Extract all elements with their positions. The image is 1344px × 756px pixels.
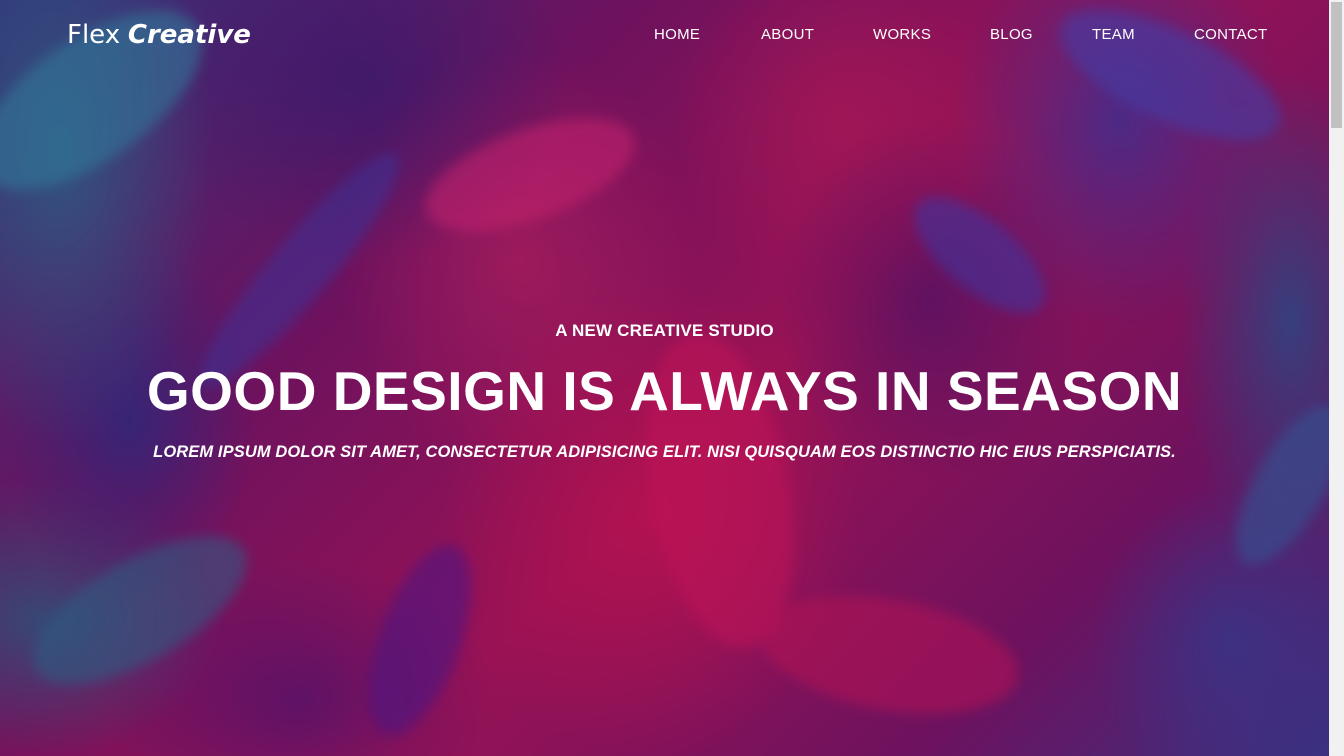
scrollbar-thumb[interactable] bbox=[1331, 2, 1342, 128]
hero-eyebrow: A NEW CREATIVE STUDIO bbox=[555, 321, 774, 340]
hero-subline: LOREM IPSUM DOLOR SIT AMET, CONSECTETUR … bbox=[153, 443, 1176, 461]
page-scrollbar[interactable] bbox=[1329, 0, 1344, 756]
hero-section: A NEW CREATIVE STUDIO GOOD DESIGN IS ALW… bbox=[0, 0, 1329, 756]
hero-headline: GOOD DESIGN IS ALWAYS IN SEASON bbox=[146, 360, 1183, 422]
page: Flex Creative HOME ABOUT WORKS BLOG TEAM… bbox=[0, 0, 1344, 756]
